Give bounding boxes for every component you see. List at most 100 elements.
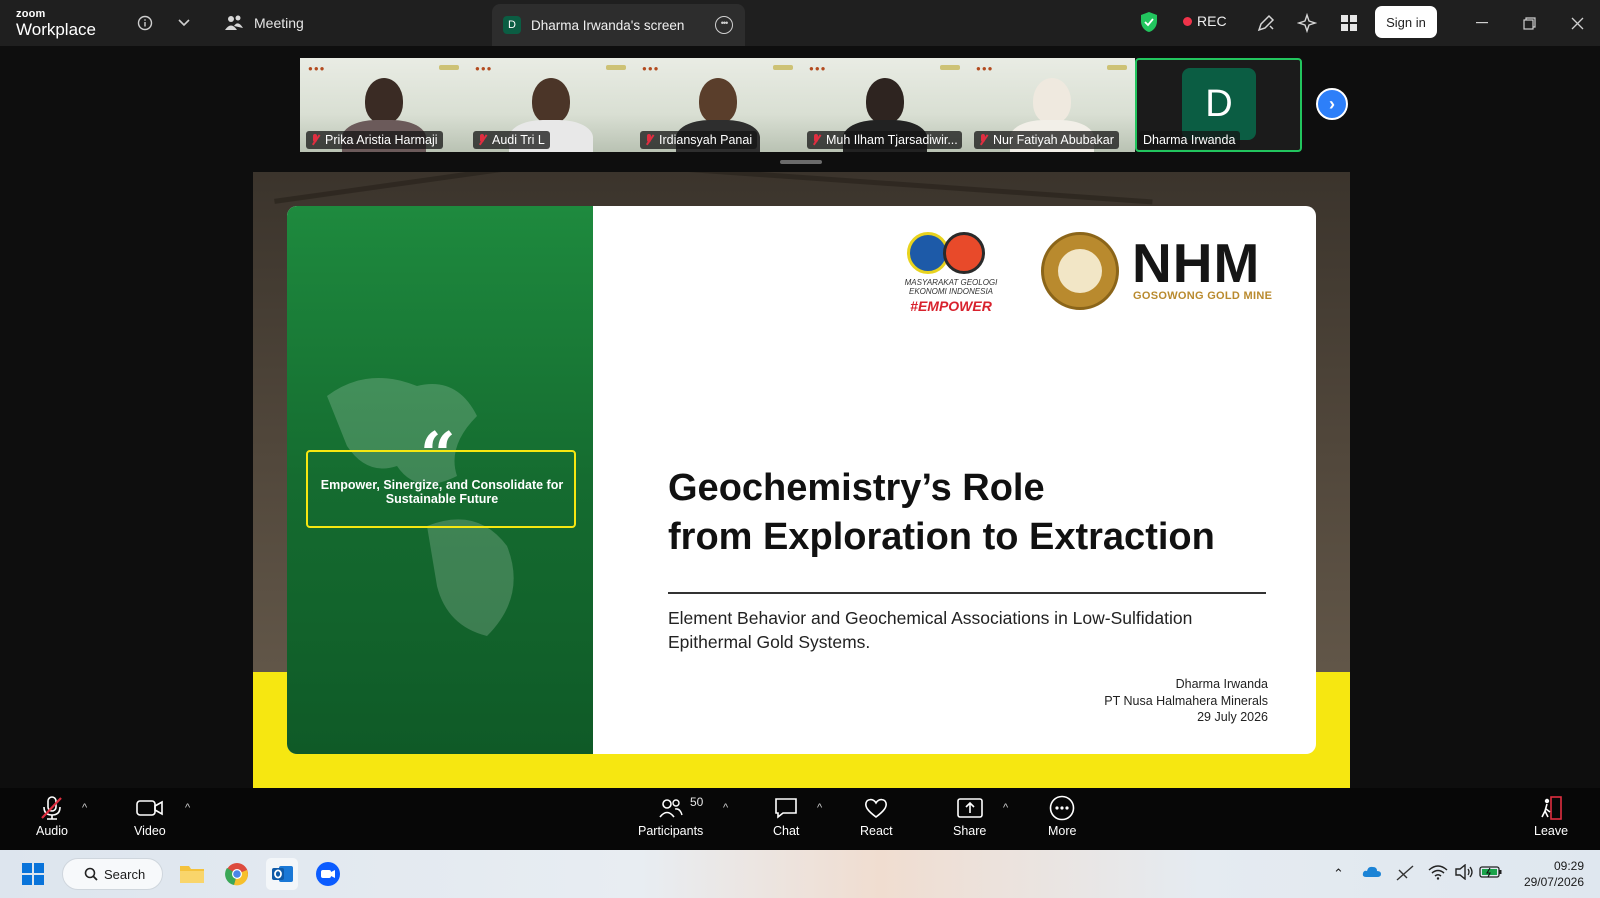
participant-tile[interactable]: ●●● Muh Ilham Tjarsadiwir...	[801, 58, 968, 152]
event-logo-icon	[940, 65, 960, 70]
chrome-icon[interactable]	[221, 858, 253, 890]
recording-dot-icon	[1183, 16, 1192, 26]
participant-name: Irdiansyah Panai	[659, 133, 753, 147]
system-clock[interactable]: 09:29 29/07/2026	[1524, 858, 1584, 890]
react-button[interactable]: React	[860, 794, 893, 838]
presentation-date: 29 July 2026	[1197, 710, 1268, 724]
onedrive-cloud-icon[interactable]	[1362, 864, 1382, 881]
event-badge-icon: ●●●	[976, 64, 994, 73]
ai-companion-icon[interactable]	[1296, 12, 1318, 34]
participant-avatar: D	[1182, 68, 1256, 140]
meeting-tab[interactable]: Meeting	[225, 10, 304, 36]
audio-button[interactable]: Audio	[36, 794, 68, 838]
annotate-pen-icon[interactable]	[1255, 12, 1277, 34]
meeting-controls-bar: Audio ^ Video ^ Participants 50 ^ Chat ^…	[0, 788, 1600, 850]
recording-indicator[interactable]: REC	[1183, 13, 1227, 29]
close-icon[interactable]	[1564, 10, 1590, 36]
title-bar: zoom Workplace Meeting D Dharma Irwanda'…	[0, 0, 1600, 46]
minimize-icon[interactable]	[1469, 10, 1495, 36]
event-logo-icon	[606, 65, 626, 70]
chat-options-chevron-up-icon[interactable]: ^	[817, 802, 822, 814]
participants-icon	[658, 794, 684, 822]
video-button[interactable]: Video	[134, 794, 166, 838]
mic-muted-icon	[811, 134, 821, 146]
participants-options-chevron-up-icon[interactable]: ^	[723, 802, 728, 814]
clock-date: 29/07/2026	[1523, 875, 1584, 889]
participant-name: Muh Ilham Tjarsadiwir...	[826, 133, 958, 147]
people-icon	[225, 15, 243, 30]
outlook-icon[interactable]	[266, 858, 298, 890]
author-organization: PT Nusa Halmahera Minerals	[1104, 693, 1268, 708]
mgei-text: MASYARAKAT GEOLOGI EKONOMI INDONESIA	[904, 278, 998, 296]
share-screen-icon	[956, 794, 983, 822]
participant-tile[interactable]: ●●● Nur Fatiyah Abubakar	[968, 58, 1135, 152]
share-options-chevron-up-icon[interactable]: ^	[1003, 802, 1008, 814]
participant-tile[interactable]: ●●● Prika Aristia Harmaji	[300, 58, 467, 152]
chat-button[interactable]: Chat	[773, 794, 799, 838]
react-label: React	[860, 824, 893, 838]
event-badge-icon: ●●●	[308, 64, 326, 73]
participant-name-tag: Irdiansyah Panai	[640, 131, 758, 149]
mic-muted-icon	[644, 134, 654, 146]
zoom-app-icon[interactable]	[312, 858, 344, 890]
more-dots-icon	[1049, 794, 1075, 822]
resize-handle[interactable]	[780, 160, 822, 164]
file-explorer-icon[interactable]	[176, 858, 208, 890]
screen-tab-avatar: D	[503, 16, 521, 34]
meeting-tab-label: Meeting	[254, 15, 304, 31]
screen-tab-label: Dharma Irwanda's screen	[531, 17, 685, 33]
sign-in-button[interactable]: Sign in	[1375, 6, 1437, 38]
background-rafter	[653, 172, 1153, 205]
slide-title-line-1: Geochemistry’s Role	[668, 467, 1045, 509]
participant-video	[698, 78, 737, 124]
audio-options-chevron-up-icon[interactable]: ^	[82, 802, 87, 814]
presentation-slide: “ Empower, Sinergize, and Consolidate fo…	[287, 206, 1316, 754]
participant-tile[interactable]: ●●● Audi Tri L	[467, 58, 634, 152]
video-camera-icon	[136, 794, 164, 822]
participant-name-tag: Audi Tri L	[473, 131, 550, 149]
leave-label: Leave	[1534, 824, 1569, 838]
security-shield-icon[interactable]	[1140, 11, 1158, 38]
audio-label: Audio	[36, 824, 68, 838]
heart-icon	[864, 794, 888, 822]
more-button[interactable]: More	[1048, 794, 1076, 838]
chevron-down-icon[interactable]	[173, 12, 195, 34]
background-rafter	[274, 172, 572, 204]
participant-tile[interactable]: ●●● Irdiansyah Panai	[634, 58, 801, 152]
info-icon[interactable]	[134, 12, 156, 34]
wifi-icon[interactable]	[1428, 864, 1448, 883]
volume-icon[interactable]	[1454, 863, 1474, 883]
search-label: Search	[104, 866, 146, 882]
chat-bubble-icon	[774, 794, 798, 822]
apps-grid-icon[interactable]	[1338, 12, 1360, 34]
next-page-chevron-right-icon[interactable]: ›	[1316, 88, 1348, 120]
shared-screen-tab[interactable]: D Dharma Irwanda's screen •••	[492, 4, 745, 46]
participant-name: Dharma Irwanda	[1143, 133, 1236, 147]
network-status-icon[interactable]	[1395, 864, 1415, 885]
tray-chevron-up-icon[interactable]: ⌃	[1333, 866, 1344, 882]
slide-subtitle: Element Behavior and Geochemical Associa…	[668, 608, 1193, 652]
event-badge-icon: ●●●	[642, 64, 660, 73]
windows-start-icon[interactable]	[17, 858, 49, 890]
video-label: Video	[134, 824, 166, 838]
mgei-emblem-icon	[943, 232, 985, 274]
event-logo-icon	[1107, 65, 1127, 70]
more-options-icon[interactable]: •••	[715, 16, 733, 34]
rec-label: REC	[1197, 13, 1227, 29]
participant-tile-active-speaker[interactable]: D Dharma Irwanda	[1135, 58, 1302, 152]
participant-name: Prika Aristia Harmaji	[325, 133, 438, 147]
restore-icon[interactable]	[1516, 10, 1542, 36]
participant-video	[364, 78, 403, 124]
event-badge-icon: ●●●	[809, 64, 827, 73]
battery-charging-icon[interactable]	[1479, 865, 1503, 882]
participant-strip: ●●● Prika Aristia Harmaji ●●● Audi Tri L…	[300, 58, 1302, 152]
event-badge-icon: ●●●	[475, 64, 493, 73]
gosowong-seal-icon	[1041, 232, 1119, 310]
participants-label: Participants	[638, 824, 704, 838]
taskbar-search[interactable]: Search	[62, 858, 163, 890]
leave-button[interactable]: Leave	[1534, 794, 1568, 838]
share-button[interactable]: Share	[953, 794, 986, 838]
participant-name-tag: Dharma Irwanda	[1139, 131, 1241, 149]
video-options-chevron-up-icon[interactable]: ^	[185, 802, 190, 814]
shared-screen-view: “ Empower, Sinergize, and Consolidate fo…	[253, 172, 1350, 788]
